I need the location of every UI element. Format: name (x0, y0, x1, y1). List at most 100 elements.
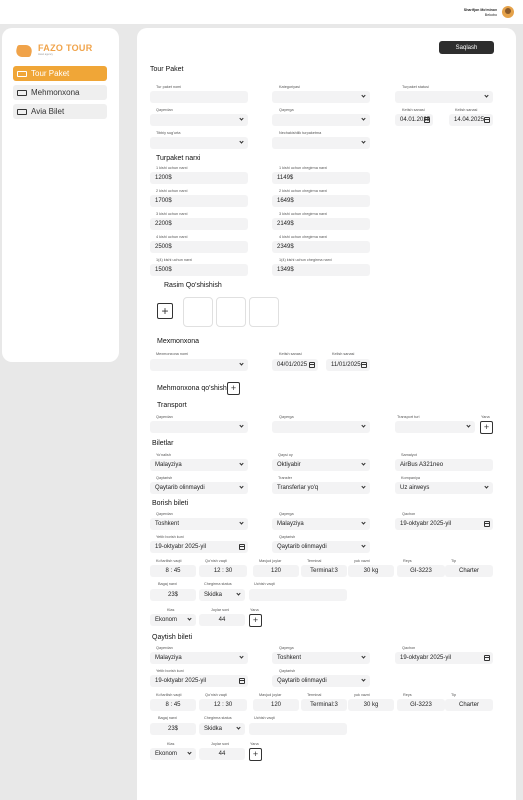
field-label: Qayerga (279, 512, 294, 516)
medical-select[interactable] (150, 137, 248, 149)
add-transport-button[interactable]: + (480, 421, 493, 434)
discount-price-input[interactable]: 1349$ (272, 264, 370, 276)
field-label: Joylar soni (211, 608, 230, 612)
inbound-info-field[interactable]: 12 : 30 (199, 699, 247, 711)
field-label: Mavjud joylar (259, 693, 282, 697)
ticket-field[interactable]: Uz airweys (395, 482, 493, 494)
category-select[interactable] (272, 91, 370, 103)
chevron-down-icon (239, 423, 244, 428)
outbound-from-select[interactable]: Toshkent (150, 518, 248, 530)
outbound-add-button[interactable]: + (249, 614, 262, 627)
inbound-info-field[interactable]: Terminal:3 (301, 699, 347, 711)
outbound-info-field[interactable]: Terminal:3 (301, 565, 347, 577)
inbound-fly-time-input[interactable] (249, 723, 347, 735)
transport-type-select[interactable] (395, 421, 475, 433)
to-select[interactable] (272, 114, 370, 126)
outbound-seats-input[interactable]: 44 (199, 614, 245, 626)
field-label: Bagaj narxi (158, 582, 177, 586)
field-label: Terminal (307, 693, 322, 697)
tour-name-input[interactable] (150, 91, 248, 103)
inbound-from-select[interactable]: Malayziya (150, 652, 248, 664)
field-label: Ketish sanasi (279, 352, 302, 356)
outbound-fly-time-input[interactable] (249, 589, 347, 601)
inbound-info-field[interactable]: 120 (253, 699, 299, 711)
outbound-info-field[interactable]: GI-3223 (397, 565, 445, 577)
field-label: 1(4) kishi uchun narxi (156, 258, 193, 262)
outbound-info-field[interactable]: 12 : 30 (199, 565, 247, 577)
outbound-baggage-input[interactable]: 23$ (150, 589, 196, 601)
sidebar-item-tour-paket[interactable]: Tour Paket (13, 66, 107, 81)
chevron-down-icon (239, 116, 244, 121)
transport-to-select[interactable] (272, 421, 370, 433)
from-select[interactable] (150, 114, 248, 126)
outbound-class-select[interactable]: Ekonom (150, 614, 196, 626)
calendar-icon (309, 362, 315, 368)
sidebar-item-label: Mehmonxona (31, 88, 80, 97)
transport-from-select[interactable] (150, 421, 248, 433)
outbound-info-field[interactable]: 120 (253, 565, 299, 577)
inbound-class-select[interactable]: Ekonom (150, 748, 196, 760)
hotel-checkin-input[interactable]: 04/01/2025 (272, 359, 318, 371)
inbound-add-button[interactable]: + (249, 748, 262, 761)
ticket-field[interactable]: Oktiyabir (272, 459, 370, 471)
image-slot[interactable] (216, 297, 246, 327)
price-input[interactable]: 1500$ (150, 264, 248, 276)
depart-date-input[interactable]: 04.01.2025 (395, 114, 433, 126)
chevron-down-icon (239, 520, 244, 525)
field-label: Reys (403, 559, 412, 563)
outbound-info-field[interactable]: 8 : 45 (150, 565, 196, 577)
inbound-info-field[interactable]: GI-3223 (397, 699, 445, 711)
hotel-checkout-input[interactable]: 11/01/2025 (326, 359, 370, 371)
chevron-down-icon (239, 461, 244, 466)
inbound-baggage-input[interactable]: 23$ (150, 723, 196, 735)
status-select[interactable] (395, 91, 493, 103)
save-button[interactable]: Saqlash (439, 41, 494, 54)
image-slot[interactable] (183, 297, 213, 327)
inbound-discount-select[interactable]: Skidka (199, 723, 245, 735)
more-label: Yana (481, 415, 490, 419)
discount-price-input[interactable]: 1649$ (272, 195, 370, 207)
field-label: Transfer (278, 476, 292, 480)
inbound-seats-input[interactable]: 44 (199, 748, 245, 760)
inbound-date-input[interactable]: 19-oktyabr 2025-yil (395, 652, 493, 664)
brand-tagline: travel agency (38, 53, 53, 56)
inbound-info-field[interactable]: 8 : 45 (150, 699, 196, 711)
add-hotel-label: Mehmonxona qo'shish (157, 385, 227, 392)
ticket-field[interactable]: Malayziya (150, 459, 248, 471)
ticket-field[interactable]: AirBus A321neo (395, 459, 493, 471)
outbound-info-field[interactable]: Charter (445, 565, 493, 577)
inbound-to-select[interactable]: Toshkent (272, 652, 370, 664)
ticket-field[interactable]: Qaytarib olinmaydi (150, 482, 248, 494)
inbound-refund-select[interactable]: Qaytarib olinmaydi (272, 675, 370, 687)
outbound-date-input[interactable]: 19-oktyabr 2025-yil (395, 518, 493, 530)
add-image-button[interactable]: + (157, 303, 173, 319)
inbound-info-field[interactable]: Charter (445, 699, 493, 711)
field-label: Qayerga (279, 108, 294, 112)
ticket-field[interactable]: Transferlar yo'q (272, 482, 370, 494)
discount-price-input[interactable]: 1149$ (272, 172, 370, 184)
sidebar-item-avia-bilet[interactable]: Avia Bilet (13, 104, 107, 119)
arrive-date-input[interactable]: 14.04.2025 (449, 114, 493, 126)
hotel-name-select[interactable] (150, 359, 248, 371)
discount-price-input[interactable]: 2349$ (272, 241, 370, 253)
outbound-to-select[interactable]: Malayziya (272, 518, 370, 530)
section-title-tickets: Biletlar (152, 440, 174, 447)
outbound-arrival-date-input[interactable]: 19-oktyabr 2025-yil (150, 541, 248, 553)
price-input[interactable]: 2500$ (150, 241, 248, 253)
price-input[interactable]: 1200$ (150, 172, 248, 184)
outbound-info-field[interactable]: 30 kg (348, 565, 394, 577)
field-label: Tibbiy sug'urta (156, 131, 181, 135)
price-input[interactable]: 2200$ (150, 218, 248, 230)
discount-price-input[interactable]: 2149$ (272, 218, 370, 230)
price-input[interactable]: 1700$ (150, 195, 248, 207)
add-hotel-button[interactable]: + (227, 382, 240, 395)
inbound-info-field[interactable]: 30 kg (348, 699, 394, 711)
people-select[interactable] (272, 137, 370, 149)
outbound-refund-select[interactable]: Qaytarib olinmaydi (272, 541, 370, 553)
outbound-discount-select[interactable]: Skidka (199, 589, 245, 601)
brand-logo[interactable]: FAZO TOUR travel agency (14, 41, 94, 61)
inbound-arrival-date-input[interactable]: 19-oktyabr 2025-yil (150, 675, 248, 687)
sidebar-item-mehmonxona[interactable]: Mehmonxona (13, 85, 107, 100)
avatar[interactable] (502, 6, 514, 18)
image-slot[interactable] (249, 297, 279, 327)
